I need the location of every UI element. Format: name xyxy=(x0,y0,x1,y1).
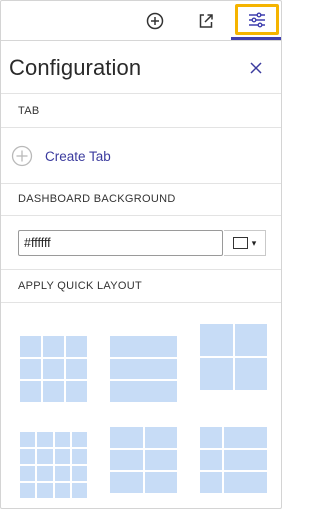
layout-cell xyxy=(71,449,87,464)
sliders-icon[interactable] xyxy=(235,4,279,35)
quick-layout-section-label: APPLY QUICK LAYOUT xyxy=(18,280,142,292)
layout-cell xyxy=(200,324,233,356)
layout-cell xyxy=(37,449,53,464)
add-circle-icon xyxy=(11,145,33,167)
layout-cell xyxy=(54,466,70,481)
color-picker-button[interactable]: ▾ xyxy=(224,230,266,256)
background-color-input[interactable] xyxy=(18,230,223,256)
layout-cell xyxy=(200,358,233,390)
layout-cell xyxy=(110,472,143,493)
layout-cell xyxy=(37,432,53,447)
layout-cell xyxy=(200,427,223,448)
layout-cell xyxy=(66,358,87,380)
share-icon[interactable] xyxy=(189,6,223,36)
layout-cell xyxy=(54,483,70,498)
active-tab-indicator xyxy=(231,37,281,40)
chevron-down-icon: ▾ xyxy=(251,237,257,248)
layout-cell xyxy=(200,449,223,471)
create-tab-label: Create Tab xyxy=(45,148,111,164)
layout-cell xyxy=(54,449,70,464)
layout-cell xyxy=(71,432,87,447)
layout-cell xyxy=(234,358,267,390)
layout-cell xyxy=(20,466,36,481)
add-circle-icon[interactable] xyxy=(138,6,172,36)
layout-4x4[interactable] xyxy=(19,431,88,499)
layout-cell xyxy=(234,324,267,356)
panel-header: Configuration xyxy=(1,42,281,94)
layout-cell xyxy=(43,381,64,402)
layout-cell xyxy=(110,449,143,471)
layout-cell xyxy=(20,358,41,380)
close-icon[interactable] xyxy=(246,58,266,78)
top-toolbar xyxy=(1,1,281,41)
layout-cell xyxy=(37,466,53,481)
layout-cell xyxy=(20,483,36,498)
tab-section-label: TAB xyxy=(18,105,40,117)
configuration-panel: Configuration TAB Create Tab DASHBOARD B… xyxy=(0,0,282,509)
layout-cell xyxy=(20,336,41,357)
layout-cell xyxy=(20,381,41,402)
create-tab-button[interactable]: Create Tab xyxy=(11,143,111,169)
layout-cell xyxy=(224,449,267,471)
layout-2x2[interactable] xyxy=(199,323,268,391)
layout-cell xyxy=(66,381,87,402)
layout-2-wide-columns[interactable] xyxy=(109,426,178,494)
layout-cell xyxy=(224,472,267,493)
layout-3x3[interactable] xyxy=(19,335,88,403)
color-swatch xyxy=(232,237,248,249)
layout-cell xyxy=(110,427,143,448)
layout-3-rows[interactable] xyxy=(109,335,178,403)
divider xyxy=(1,127,281,128)
layout-cell xyxy=(20,449,36,464)
layout-cell xyxy=(71,483,87,498)
layout-cell xyxy=(43,358,64,380)
background-section-label: DASHBOARD BACKGROUND xyxy=(18,193,176,205)
divider xyxy=(1,183,281,184)
layout-wide-and-narrow-columns[interactable] xyxy=(199,426,268,494)
layout-cell xyxy=(224,427,267,448)
layout-cell xyxy=(144,449,177,471)
layout-cell xyxy=(20,432,36,447)
divider xyxy=(1,215,281,216)
layout-cell xyxy=(144,472,177,493)
layout-cell xyxy=(110,381,177,402)
layout-cell xyxy=(110,358,177,380)
layout-cell xyxy=(71,466,87,481)
layout-cell xyxy=(110,336,177,357)
divider xyxy=(1,302,281,303)
layout-cell xyxy=(144,427,177,448)
page-title: Configuration xyxy=(9,55,142,80)
layout-cell xyxy=(43,336,64,357)
layout-cell xyxy=(37,483,53,498)
layout-cell xyxy=(200,472,223,493)
divider xyxy=(1,269,281,270)
layout-cell xyxy=(54,432,70,447)
layout-cell xyxy=(66,336,87,357)
